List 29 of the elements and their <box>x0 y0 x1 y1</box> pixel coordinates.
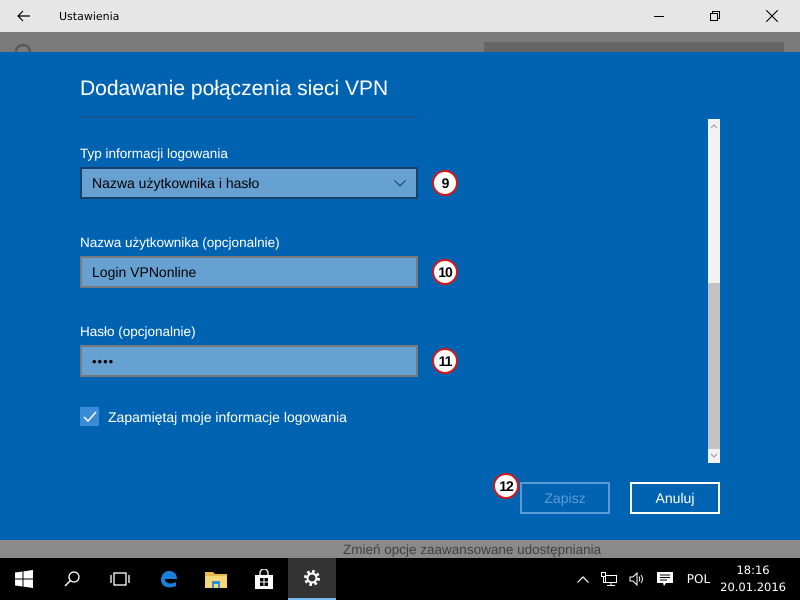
callout-number: 9 <box>432 170 458 196</box>
checkbox-label: Zapamiętaj moje informacje logowania <box>108 408 347 424</box>
chevron-up-icon[interactable] <box>576 576 589 582</box>
notification-icon[interactable] <box>656 572 673 586</box>
close-icon[interactable] <box>766 10 778 22</box>
field-label: Hasło (opcjonalnie) <box>80 324 197 339</box>
dialog-title: Dodawanie połączenia sieci VPN <box>80 77 390 101</box>
windows-logo-icon[interactable] <box>15 570 33 588</box>
link-text: Zmień opcje zaawansowane udostępniania <box>343 542 602 556</box>
speaker-icon[interactable] <box>628 572 645 586</box>
callout-number: 12 <box>493 473 519 499</box>
dropdown[interactable]: Nazwa użytkownika i hasło <box>80 167 418 199</box>
clock-time: 18:16 <box>736 562 770 579</box>
language-indicator[interactable]: POL <box>686 572 710 586</box>
window-title: Ustawienia <box>59 10 120 22</box>
back-arrow-icon[interactable] <box>17 10 31 22</box>
chevron-down-icon <box>394 180 406 186</box>
callout-number: 11 <box>432 348 458 374</box>
checkbox[interactable] <box>80 407 99 426</box>
network-icon[interactable] <box>600 572 617 586</box>
clock-date: 20.01.2016 <box>720 579 786 596</box>
input-field[interactable]: Login VPNonline <box>80 256 418 288</box>
field-label: Typ informacji logowania <box>80 146 229 161</box>
callout-number: 10 <box>432 259 458 285</box>
field-label: Nazwa użytkownika (opcjonalnie) <box>80 235 281 250</box>
scrollbar-drawing[interactable] <box>708 119 720 463</box>
maximize-icon[interactable] <box>710 11 720 21</box>
password-field[interactable]: •••• <box>80 345 418 377</box>
dialog-button[interactable]: Anuluj <box>630 482 720 514</box>
